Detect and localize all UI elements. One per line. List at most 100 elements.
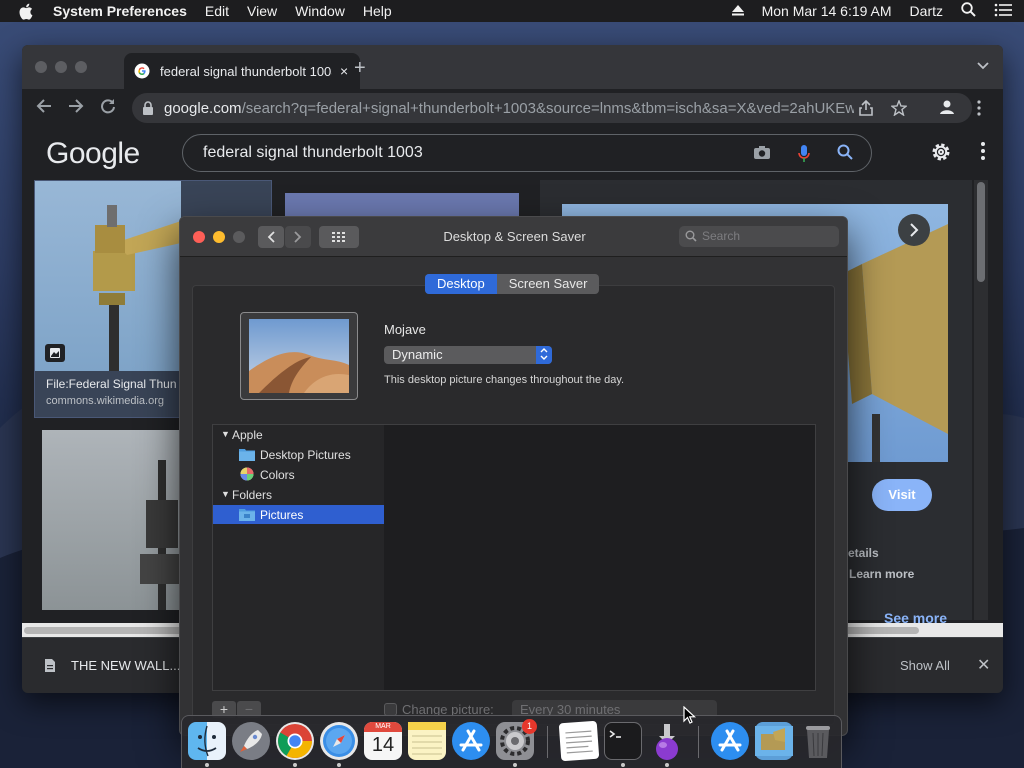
tab-title: federal signal thunderbolt 1003 [160,63,332,79]
applications-folder-icon[interactable] [711,722,749,760]
image-badge-icon [45,344,65,362]
trash-icon[interactable] [799,722,837,760]
menu-user[interactable]: Dartz [910,3,943,19]
source-label: Colors [260,468,295,482]
image-result-3[interactable] [42,430,190,610]
calendar-month: MAR [364,722,402,732]
safari-icon[interactable] [320,722,358,760]
textedit-icon[interactable] [558,720,600,762]
vertical-scroll-thumb[interactable] [977,182,985,282]
address-bar[interactable]: google.com/search?q=federal+signal+thund… [132,93,972,123]
calendar-icon[interactable]: MAR 14 [364,722,402,760]
folder-icon [239,449,255,461]
bookmark-star-icon[interactable] [890,99,908,119]
notes-icon[interactable] [408,722,446,760]
source-item-colors[interactable]: Colors [213,465,384,484]
eject-icon[interactable] [731,3,744,19]
camera-icon[interactable] [753,144,771,163]
visit-button[interactable]: Visit [872,479,932,511]
menu-clock[interactable]: Mon Mar 14 6:19 AM [762,3,892,19]
apps-grid-icon[interactable] [980,141,986,164]
source-item-desktop-pictures[interactable]: Desktop Pictures [213,445,384,464]
installer-icon[interactable] [648,722,686,760]
running-indicator [337,763,341,767]
search-icon[interactable] [837,144,853,163]
preferences-search-field[interactable]: Search [679,226,839,247]
picture-description: This desktop picture changes throughout … [384,374,625,386]
menu-bar: System Preferences Edit View Window Help… [0,0,1024,22]
downloads-folder-icon[interactable] [755,722,793,760]
url-host: google.com [164,99,242,117]
dock-separator [547,726,548,758]
new-tab-button[interactable]: + [354,57,366,80]
source-list: ▼ Apple Desktop Pictures Colors ▼ Folder… [212,424,385,691]
show-all-button[interactable]: Show All [900,658,950,673]
result-1-thumbnail [35,181,181,371]
menu-view[interactable]: View [247,3,277,19]
source-item-pictures[interactable]: Pictures [213,505,384,524]
launchpad-icon[interactable] [232,722,270,760]
close-window-button[interactable] [35,61,47,73]
source-label: Apple [232,428,263,442]
profile-icon[interactable] [938,98,956,121]
zoom-window-button[interactable] [75,61,87,73]
menu-edit[interactable]: Edit [205,3,229,19]
document-icon [44,658,56,676]
desktop-screensaver-window: Desktop & Screen Saver Search Desktop Sc… [179,216,848,736]
search-box[interactable]: federal signal thunderbolt 1003 [182,134,872,172]
picture-mode-popup[interactable]: Dynamic [384,346,552,364]
google-logo[interactable]: Google [46,137,140,171]
tab-desktop[interactable]: Desktop [425,274,497,294]
disclosure-triangle-icon[interactable]: ▼ [221,489,230,499]
lock-icon[interactable] [142,101,154,115]
apple-menu-icon[interactable] [18,0,38,22]
reload-icon[interactable] [100,98,116,119]
forward-arrow-icon[interactable] [68,98,84,119]
dock-separator [698,726,699,758]
chrome-menu-icon[interactable] [977,100,981,121]
source-group-apple[interactable]: ▼ Apple [213,425,384,444]
terminal-icon[interactable] [604,722,642,760]
menu-window[interactable]: Window [295,3,345,19]
tab-screen-saver[interactable]: Screen Saver [497,274,600,294]
download-item[interactable]: THE NEW WALL... [71,658,180,673]
notification-center-icon[interactable] [994,3,1012,20]
back-arrow-icon[interactable] [36,98,52,119]
tab-strip: federal signal thunderbolt 1003 × + [22,45,1003,89]
minimize-window-button[interactable] [55,61,67,73]
running-indicator [621,763,625,767]
next-image-arrow-icon[interactable] [898,214,930,246]
google-favicon-icon [134,63,150,79]
current-picture-preview [240,312,358,400]
chrome-icon[interactable] [276,722,314,760]
result-1-title[interactable]: File:Federal Signal Thun [46,377,177,391]
menu-help[interactable]: Help [363,3,392,19]
spotlight-icon[interactable] [961,2,976,20]
vertical-scrollbar[interactable] [974,180,988,620]
tab-close-icon[interactable]: × [340,63,348,79]
learn-more-link[interactable]: Learn more [849,567,914,581]
microphone-icon[interactable] [798,144,810,167]
url-text: google.com/search?q=federal+signal+thund… [164,100,854,117]
browser-tab[interactable]: federal signal thunderbolt 1003 × [124,53,360,89]
picture-mode-value: Dynamic [392,347,443,362]
disclosure-triangle-icon[interactable]: ▼ [221,429,230,439]
url-path: /search?q=federal+signal+thunderbolt+100… [241,99,854,117]
details-link[interactable]: etails [848,546,879,560]
notification-badge: 1 [522,719,537,734]
source-label: Desktop Pictures [260,448,351,462]
close-shelf-icon[interactable]: ✕ [977,655,990,675]
finder-icon[interactable] [188,722,226,760]
tab-search-chevron-icon[interactable] [977,59,989,73]
share-icon[interactable] [859,99,873,119]
menu-app-name[interactable]: System Preferences [53,3,187,19]
result-1-source[interactable]: commons.wikimedia.org [46,395,164,407]
app-store-icon[interactable] [452,722,490,760]
mouse-cursor-icon [683,706,697,724]
mojave-thumbnail [249,319,349,393]
settings-gear-icon[interactable] [930,141,952,166]
dock: MAR 14 1 [181,715,842,768]
picture-grid[interactable] [384,424,816,691]
source-group-folders[interactable]: ▼ Folders [213,485,384,504]
search-icon [685,230,697,242]
